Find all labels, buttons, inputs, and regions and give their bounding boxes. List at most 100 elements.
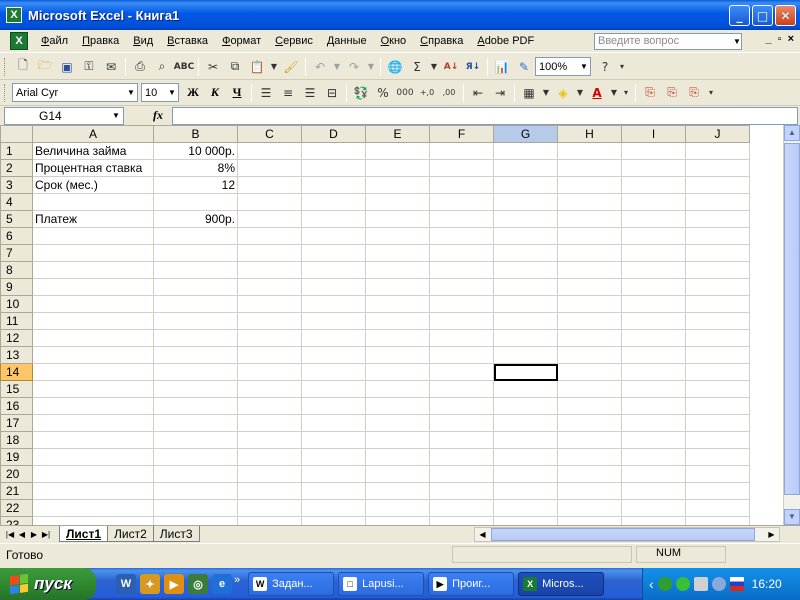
toolbar-grip[interactable] (4, 57, 7, 76)
row-header[interactable]: 5 (0, 210, 33, 228)
cell-b2[interactable]: 8% (153, 159, 238, 177)
cell-b8[interactable] (153, 261, 238, 279)
font-name-dropdown-icon[interactable]: ▼ (125, 84, 137, 101)
cell-c6[interactable] (237, 227, 302, 245)
cell-c11[interactable] (237, 312, 302, 330)
decrease-decimal-button[interactable]: ,00 (438, 82, 460, 104)
cell-d1[interactable] (301, 142, 366, 160)
percent-button[interactable]: % (372, 82, 394, 104)
cell-d6[interactable] (301, 227, 366, 245)
cell-f18[interactable] (429, 431, 494, 449)
spelling-icon[interactable]: ABC (173, 56, 195, 78)
cell-b1[interactable]: 10 000р. (153, 142, 238, 160)
cell-e11[interactable] (365, 312, 430, 330)
cell-f12[interactable] (429, 329, 494, 347)
row-header[interactable]: 21 (0, 482, 33, 500)
cell-g15[interactable] (493, 380, 558, 398)
cell-e18[interactable] (365, 431, 430, 449)
cell-f13[interactable] (429, 346, 494, 364)
column-header-f[interactable]: F (429, 125, 494, 143)
cell-g12[interactable] (493, 329, 558, 347)
help-icon[interactable]: ? (594, 56, 616, 78)
font-name-select[interactable]: Arial Cyr ▼ (12, 83, 138, 102)
vertical-scrollbar[interactable]: ▲ ▼ (783, 125, 800, 525)
sheet-tab-1[interactable]: Лист1 (59, 526, 109, 542)
vertical-scroll-thumb[interactable] (784, 143, 800, 495)
cell-c19[interactable] (237, 448, 302, 466)
cell-d19[interactable] (301, 448, 366, 466)
start-button[interactable]: пуск (0, 568, 96, 600)
cell-j13[interactable] (685, 346, 750, 364)
cell-i12[interactable] (621, 329, 686, 347)
cell-f16[interactable] (429, 397, 494, 415)
cell-d12[interactable] (301, 329, 366, 347)
cell-d2[interactable] (301, 159, 366, 177)
row-header[interactable]: 1 (0, 142, 33, 160)
bold-button[interactable]: Ж (182, 82, 204, 104)
menu-help[interactable]: Справка (413, 31, 470, 51)
cell-d3[interactable] (301, 176, 366, 194)
format-painter-icon[interactable]: 🖌 (280, 56, 302, 78)
row-header[interactable]: 17 (0, 414, 33, 432)
cell-d18[interactable] (301, 431, 366, 449)
cell-a3[interactable]: Срок (мес.) (32, 176, 154, 194)
row-header[interactable]: 16 (0, 397, 33, 415)
hyperlink-icon[interactable]: 🌐 (384, 56, 406, 78)
cell-j4[interactable] (685, 193, 750, 211)
row-header[interactable]: 14 (0, 363, 33, 381)
formula-input[interactable] (172, 106, 798, 125)
scroll-left-icon[interactable]: ◀ (475, 528, 490, 541)
increase-indent-icon[interactable]: ⇥ (489, 82, 511, 104)
autosum-dropdown-icon[interactable]: ▼ (428, 56, 440, 78)
cell-f6[interactable] (429, 227, 494, 245)
cell-i23[interactable] (621, 516, 686, 525)
cell-f14[interactable] (429, 363, 494, 381)
cell-f11[interactable] (429, 312, 494, 330)
cell-h2[interactable] (557, 159, 622, 177)
pdf-email-icon[interactable]: ⎘ (661, 82, 683, 104)
cell-a8[interactable] (32, 261, 154, 279)
row-header[interactable]: 20 (0, 465, 33, 483)
cell-h17[interactable] (557, 414, 622, 432)
cell-b11[interactable] (153, 312, 238, 330)
copy-icon[interactable]: ⧉ (224, 56, 246, 78)
merge-center-icon[interactable]: ⊟ (321, 82, 343, 104)
tray-app-icon[interactable] (657, 577, 672, 591)
network-icon[interactable]: ◎ (188, 574, 208, 594)
decrease-indent-icon[interactable]: ⇤ (467, 82, 489, 104)
cell-d22[interactable] (301, 499, 366, 517)
increase-decimal-button[interactable]: +,0 (416, 82, 438, 104)
print-icon[interactable]: ⎙ (129, 56, 151, 78)
cell-h23[interactable] (557, 516, 622, 525)
cell-g14[interactable] (493, 363, 558, 381)
row-header[interactable]: 4 (0, 193, 33, 211)
cell-e7[interactable] (365, 244, 430, 262)
cell-i6[interactable] (621, 227, 686, 245)
doc-close-button[interactable]: × (788, 33, 794, 45)
cell-g1[interactable] (493, 142, 558, 160)
cell-b15[interactable] (153, 380, 238, 398)
scroll-right-icon[interactable]: ▶ (764, 528, 779, 541)
horizontal-scrollbar[interactable]: ◀ ▶ (474, 527, 780, 542)
scroll-up-icon[interactable]: ▲ (784, 125, 800, 141)
cell-g22[interactable] (493, 499, 558, 517)
paste-icon[interactable]: 📋 (246, 56, 268, 78)
cell-c20[interactable] (237, 465, 302, 483)
cell-a20[interactable] (32, 465, 154, 483)
italic-button[interactable]: К (204, 82, 226, 104)
cell-c18[interactable] (237, 431, 302, 449)
cell-h6[interactable] (557, 227, 622, 245)
cell-f20[interactable] (429, 465, 494, 483)
cell-f15[interactable] (429, 380, 494, 398)
cell-b9[interactable] (153, 278, 238, 296)
cell-a7[interactable] (32, 244, 154, 262)
cell-h8[interactable] (557, 261, 622, 279)
column-header-e[interactable]: E (365, 125, 430, 143)
cell-i1[interactable] (621, 142, 686, 160)
cell-f5[interactable] (429, 210, 494, 228)
cell-g4[interactable] (493, 193, 558, 211)
cell-b10[interactable] (153, 295, 238, 313)
cell-i7[interactable] (621, 244, 686, 262)
underline-button[interactable]: Ч (226, 82, 248, 104)
cell-d13[interactable] (301, 346, 366, 364)
